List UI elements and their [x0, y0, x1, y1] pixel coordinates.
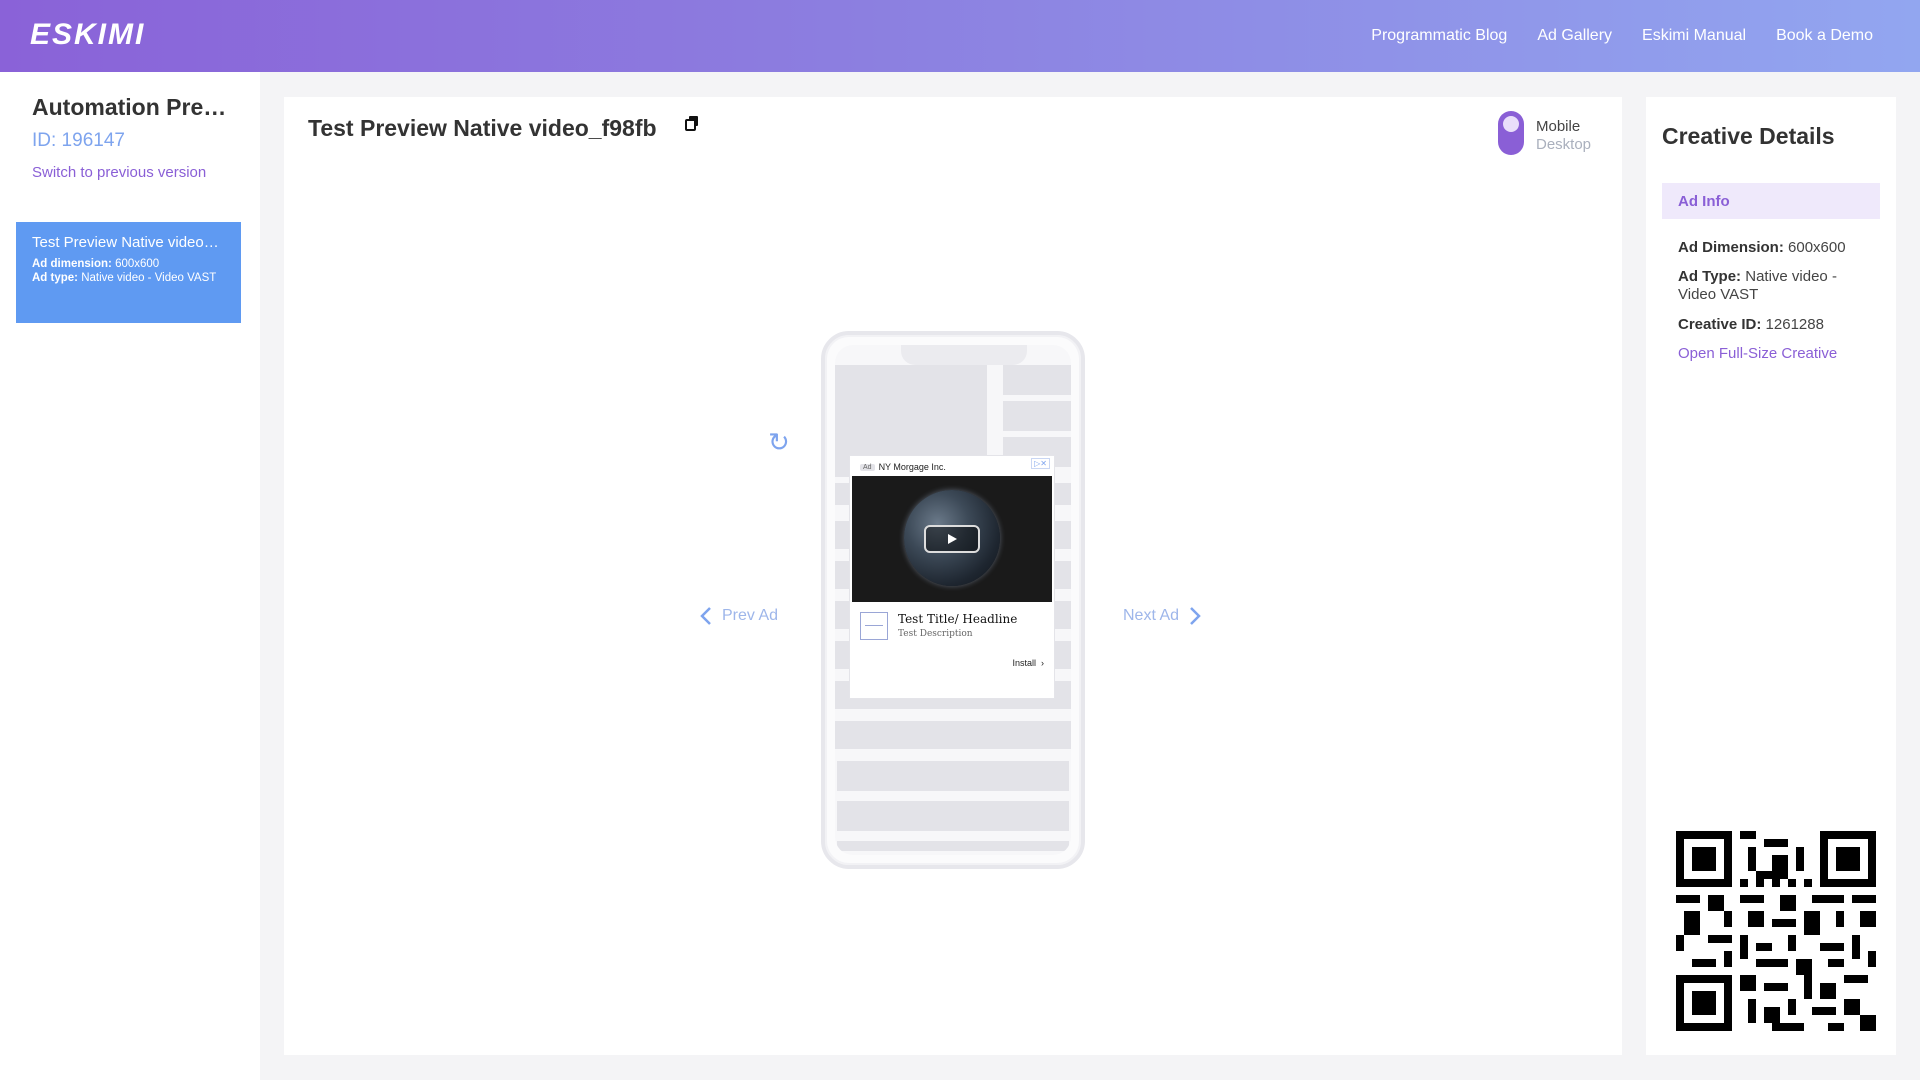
toggle-knob — [1503, 116, 1519, 132]
play-button[interactable] — [924, 525, 980, 553]
detail-ad-dimension-label: Ad Dimension: — [1678, 239, 1784, 256]
adchoices-close-icon[interactable]: ▷✕ — [1031, 458, 1050, 469]
device-mobile-label[interactable]: Mobile — [1536, 118, 1591, 136]
device-desktop-label[interactable]: Desktop — [1536, 136, 1591, 154]
campaign-id: ID: 196147 — [32, 130, 125, 151]
detail-ad-type-label: Ad Type: — [1678, 268, 1742, 285]
qr-code — [1676, 831, 1876, 1031]
copy-icon[interactable] — [684, 115, 700, 131]
native-ad[interactable]: Ad NY Morgage Inc. ▷✕ Test Title/ Headli… — [849, 455, 1055, 699]
placeholder-block — [837, 761, 1069, 791]
placeholder-block — [1003, 401, 1071, 431]
next-ad-label: Next Ad — [1123, 607, 1180, 624]
sidebar: Automation Preview ID: 196147 Switch to … — [0, 72, 260, 1080]
preview-panel: Test Preview Native video_f98fb Mobile D… — [284, 97, 1622, 1055]
ad-install-button[interactable]: Install › — [1012, 658, 1044, 668]
next-ad-button[interactable]: Next Ad — [1123, 606, 1201, 626]
ad-install-label: Install — [1012, 658, 1036, 668]
nav-ad-gallery[interactable]: Ad Gallery — [1537, 27, 1612, 45]
ad-video[interactable] — [852, 476, 1052, 602]
preview-title: Test Preview Native video_f98fb — [308, 115, 657, 141]
device-labels: Mobile Desktop — [1536, 118, 1591, 154]
campaign-title: Automation Preview — [32, 94, 232, 120]
prev-ad-label: Prev Ad — [722, 607, 779, 624]
creative-type: Ad type: Native video - Video VAST — [32, 271, 225, 285]
device-toggle[interactable] — [1498, 111, 1524, 155]
placeholder-block — [837, 801, 1069, 831]
prev-ad-button[interactable]: Prev Ad — [700, 606, 778, 626]
creative-dimension: Ad dimension: 600x600 — [32, 257, 225, 271]
ad-headline: Test Title/ Headline — [898, 612, 1018, 626]
chevron-right-icon: › — [1038, 658, 1044, 668]
nav-programmatic-blog[interactable]: Programmatic Blog — [1371, 27, 1507, 45]
placeholder-block — [835, 721, 1071, 749]
eskimi-logo[interactable]: ESKIMI — [30, 18, 145, 52]
placeholder-block — [837, 841, 1069, 851]
phone-notch — [901, 345, 1027, 365]
nav-eskimi-manual[interactable]: Eskimi Manual — [1642, 27, 1746, 45]
chevron-left-icon — [700, 607, 711, 625]
detail-ad-dimension: Ad Dimension: 600x600 — [1678, 239, 1868, 257]
creative-dimension-label: Ad dimension: — [32, 258, 112, 270]
detail-creative-id-value: 1261288 — [1765, 316, 1824, 333]
creative-dimension-value: 600x600 — [115, 258, 160, 270]
play-icon — [948, 534, 957, 544]
refresh-icon[interactable]: ↻ — [768, 427, 790, 458]
creative-type-label: Ad type: — [32, 272, 78, 284]
detail-creative-id-label: Creative ID: — [1678, 316, 1762, 333]
top-bar: ESKIMI Programmatic Blog Ad Gallery Eski… — [0, 0, 1920, 72]
details-heading: Creative Details — [1662, 123, 1835, 149]
detail-ad-type: Ad Type: Native video - Video VAST — [1678, 268, 1868, 304]
phone-screen: Ad NY Morgage Inc. ▷✕ Test Title/ Headli… — [835, 345, 1071, 855]
phone-mockup: Ad NY Morgage Inc. ▷✕ Test Title/ Headli… — [821, 331, 1085, 869]
ad-description: Test Description — [898, 629, 973, 639]
ad-badge: Ad — [860, 463, 875, 471]
top-nav: Programmatic Blog Ad Gallery Eskimi Manu… — [1371, 27, 1873, 45]
chevron-right-icon — [1190, 607, 1201, 625]
switch-version-link[interactable]: Switch to previous version — [32, 164, 206, 181]
tab-ad-info[interactable]: Ad Info — [1662, 183, 1880, 219]
ad-header: Ad NY Morgage Inc. — [860, 462, 946, 472]
detail-creative-id: Creative ID: 1261288 — [1678, 316, 1868, 334]
creative-list-item[interactable]: Test Preview Native video_f98fb Ad dimen… — [16, 222, 241, 323]
detail-ad-dimension-value: 600x600 — [1788, 239, 1846, 256]
creative-details-panel: Creative Details Ad Info Ad Dimension: 6… — [1646, 97, 1896, 1055]
creative-type-value: Native video - Video VAST — [81, 272, 217, 284]
ad-icon-image — [860, 612, 888, 640]
creative-name: Test Preview Native video_f98fb — [32, 234, 225, 251]
open-full-size-link[interactable]: Open Full-Size Creative — [1678, 345, 1837, 362]
ad-advertiser: NY Morgage Inc. — [878, 462, 946, 472]
nav-book-a-demo[interactable]: Book a Demo — [1776, 27, 1873, 45]
placeholder-block — [1003, 365, 1071, 395]
